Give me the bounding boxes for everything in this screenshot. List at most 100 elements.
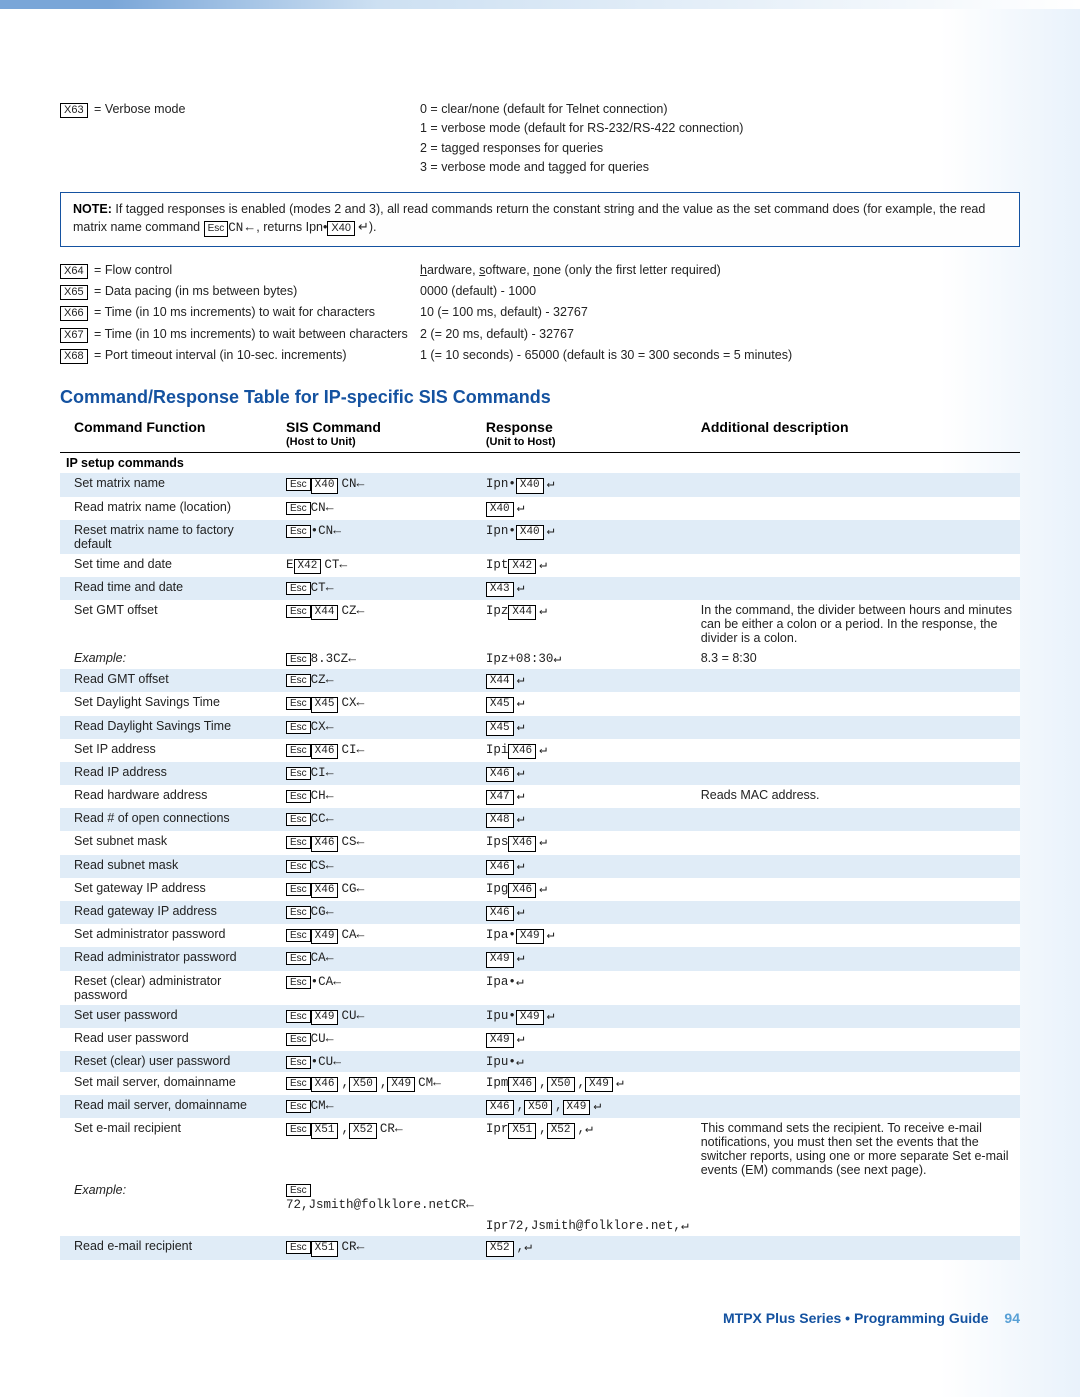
cell-description	[695, 739, 1020, 762]
cell-sis-command: EscX40CN	[280, 473, 480, 496]
cmd-text: Ips	[486, 835, 509, 849]
cell-response: X46,X50,X49	[480, 1095, 695, 1118]
note-mid2: , returns Ipn•	[256, 220, 327, 234]
x-variable-box: X51	[311, 1241, 339, 1256]
enter-icon	[516, 975, 524, 989]
enter-icon	[524, 1240, 532, 1254]
x-variable-box: X40	[516, 525, 544, 540]
cell-function	[60, 1215, 280, 1236]
left-arrow-icon	[333, 975, 341, 989]
cell-description	[695, 901, 1020, 924]
cell-response: IptX42	[480, 554, 695, 577]
cell-description	[695, 473, 1020, 496]
cmd-text: CT	[311, 581, 326, 595]
cell-description	[695, 520, 1020, 554]
cell-sis-command: EscCH	[280, 785, 480, 808]
cmd-text: 8.3CZ	[311, 652, 349, 666]
x-variable-box: X48	[486, 813, 514, 828]
left-arrow-icon	[466, 1198, 474, 1212]
table-row: Read e-mail recipientEscX51CRX52,	[60, 1236, 1020, 1259]
cell-description: In the command, the divider between hour…	[695, 600, 1020, 648]
table-row: Set mail server, domainnameEscX46,X50,X4…	[60, 1072, 1020, 1095]
cmd-text: Ipg	[486, 882, 509, 896]
table-row: Read subnet maskEscCSX46	[60, 855, 1020, 878]
enter-icon	[517, 1032, 525, 1046]
cell-function: Read # of open connections	[60, 808, 280, 831]
enter-icon	[517, 812, 525, 826]
x-variable-box: X46	[508, 836, 536, 851]
cell-function: Example:	[60, 1180, 280, 1215]
cell-sis-command: EscCA	[280, 947, 480, 970]
page-footer: MTPX Plus Series • Programming Guide 94	[60, 1310, 1020, 1326]
left-arrow-icon	[357, 928, 365, 942]
x-variable-box: X45	[311, 697, 339, 712]
cell-response: X49	[480, 1028, 695, 1051]
table-row: Set matrix nameEscX40CNIpn•X40	[60, 473, 1020, 496]
cell-function: Set gateway IP address	[60, 878, 280, 901]
enter-icon	[539, 604, 547, 618]
esc-key-icon: Esc	[286, 1100, 311, 1113]
left-arrow-icon	[357, 696, 365, 710]
cell-sis-command: EscCX	[280, 716, 480, 739]
cell-description	[695, 831, 1020, 854]
var-row: X66 = Time (in 10 ms increments) to wait…	[60, 303, 1020, 322]
cell-response: Ipu•	[480, 1051, 695, 1072]
cmd-text: CU	[341, 1009, 356, 1023]
enter-icon	[616, 1076, 624, 1090]
esc-key-icon: Esc	[286, 860, 311, 873]
cell-sis-command: EscX49CU	[280, 1005, 480, 1028]
esc-key-icon: Esc	[286, 883, 311, 896]
cell-description	[695, 971, 1020, 1005]
x-variable-box: X50	[547, 1077, 575, 1092]
cmd-text: CN	[341, 477, 356, 491]
cmd-text: Ipz	[486, 604, 509, 618]
cmd-text: CR	[341, 1240, 356, 1254]
table-row: Read hardware addressEscCHX47Reads MAC a…	[60, 785, 1020, 808]
var-row-x63: X63 = Verbose mode 0 = clear/none (defau…	[60, 100, 1020, 178]
cell-description	[695, 577, 1020, 600]
table-row: Set administrator passwordEscX49CAIpa•X4…	[60, 924, 1020, 947]
cell-function: Set time and date	[60, 554, 280, 577]
cell-sis-command: EscCT	[280, 577, 480, 600]
esc-key-icon: Esc	[286, 697, 311, 710]
cmd-text: Ipz+08:30	[486, 652, 554, 666]
left-arrow-icon	[326, 905, 334, 919]
header-response: Response	[486, 419, 553, 435]
x-variable-box: X46	[486, 860, 514, 875]
left-arrow-icon	[357, 835, 365, 849]
table-row: Set Daylight Savings TimeEscX45CXX45	[60, 692, 1020, 715]
cell-sis-command: EscX46CS	[280, 831, 480, 854]
x-variable-box: X46	[486, 767, 514, 782]
left-arrow-icon	[348, 652, 356, 666]
table-row: Example:Esc8.3CZIpz+08:308.3 = 8:30	[60, 648, 1020, 669]
table-row: Read gateway IP addressEscCGX46	[60, 901, 1020, 924]
var-row: X64 = Flow controlhardware, software, no…	[60, 261, 1020, 280]
x-variable-box: X45	[486, 721, 514, 736]
left-arrow-icon	[357, 1240, 365, 1254]
esc-key-icon: Esc	[286, 525, 311, 538]
cmd-text: ,	[578, 1076, 586, 1090]
cell-sis-command: Esc8.3CZ	[280, 648, 480, 669]
cell-function: Set IP address	[60, 739, 280, 762]
cell-sis-command: EscX51CR	[280, 1236, 480, 1259]
table-row: Reset (clear) user passwordEsc•CUIpu•	[60, 1051, 1020, 1072]
cell-response: Ipu•X49	[480, 1005, 695, 1028]
left-arrow-icon	[326, 859, 334, 873]
esc-key-icon: Esc	[286, 836, 311, 849]
cell-response: IpgX46	[480, 878, 695, 901]
cell-function: Set e-mail recipient	[60, 1118, 280, 1180]
left-arrow-icon	[357, 477, 365, 491]
cell-response: Ipn•X40	[480, 520, 695, 554]
left-arrow-icon	[339, 558, 347, 572]
x-variable-box: X46	[311, 744, 339, 759]
cmd-text: CA	[311, 951, 326, 965]
left-arrow-icon	[326, 789, 334, 803]
cmd-text: Ipn•	[486, 477, 516, 491]
cell-response: X46	[480, 762, 695, 785]
cell-sis-command: EscCS	[280, 855, 480, 878]
left-arrow-icon	[333, 524, 341, 538]
cell-description	[695, 855, 1020, 878]
x-variable-box: X51	[311, 1123, 339, 1138]
esc-key-icon: Esc	[286, 502, 311, 515]
esc-key-icon: Esc	[286, 744, 311, 757]
